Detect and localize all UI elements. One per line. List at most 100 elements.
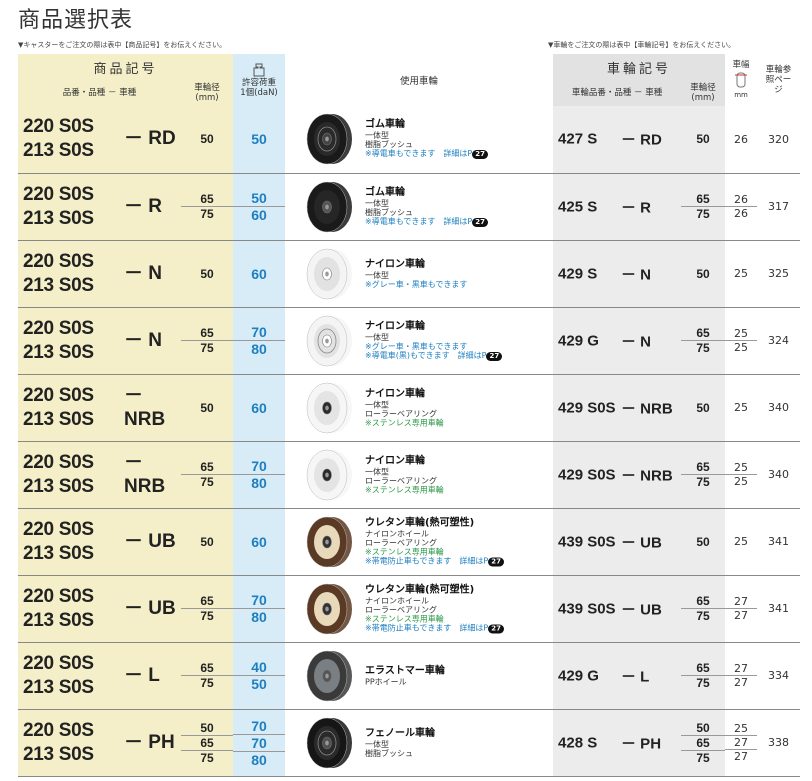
width-value: 27	[725, 608, 758, 622]
load-value: 50	[233, 675, 286, 692]
wheel-prefix: 439 S0S	[558, 600, 616, 617]
wheel-dia: 75	[181, 608, 234, 623]
wheel-detail: 一体型	[365, 400, 390, 409]
wheel-description: ナイロン車輪 一体型 ※グレー車・黒車もできます ※導電車(黒)もできます 詳細はP 2…	[365, 321, 503, 361]
header-wheel-code-sub: 車輪品番・品種 － 車種	[553, 80, 682, 106]
table-row: 220 S0S 213 S0S － N 50 60 ナイロン車輪 一体型 ※グレー車・黒車もで…	[18, 240, 801, 308]
wheel-dia-cell: 65 75	[181, 307, 234, 375]
ref-page-cell: 340	[757, 441, 801, 509]
ref-page-cell: 320	[757, 106, 801, 174]
wheel-description: ウレタン車輪(熱可塑性) ナイロンホイール ローラーベアリング ※ステンレス専用車輪 ※…	[365, 584, 504, 633]
wheel-note-green: ※ステンレス専用車輪	[365, 614, 444, 623]
wheel-dia-group: 50 65 75	[181, 721, 234, 765]
wheel-note-blue: ※導電車(黒)もできます 詳細はP 27	[365, 351, 503, 361]
wheel-dia2: 65	[696, 326, 710, 340]
wheel-dia2-group: 65 75	[681, 192, 726, 221]
caster-order-note: ▼キャスターをご注文の際は表中【商品記号】をお伝えください。	[18, 41, 227, 49]
product-code-cell: 220 S0S 213 S0S － NRB	[18, 374, 181, 442]
wheel-dia2-group: 50 65 75	[681, 721, 726, 765]
wheel-prefix: 429 S	[558, 265, 598, 282]
wheel-suffix: － N	[621, 266, 652, 283]
load-cell: 60	[233, 508, 286, 576]
wheel-dia2-cell: 65 75	[681, 642, 726, 710]
wheel-dia2: 65	[696, 661, 710, 675]
ref-page-cell: 341	[757, 575, 801, 643]
wheel-dia: 75	[181, 206, 234, 221]
header-wheel-dia2-unit: (mm)	[691, 93, 715, 103]
width-cell: 25	[725, 240, 758, 308]
ref-page-cell: 340	[757, 374, 801, 442]
table-row: 220 S0S 213 S0S － UB 50 60 ウレタン車輪(熱可塑性) ナイロンホイ…	[18, 508, 801, 576]
product-suffix: － NRB	[124, 451, 166, 497]
wheel-dia: 75	[181, 340, 234, 355]
wheel-description: ウレタン車輪(熱可塑性) ナイロンホイール ローラーベアリング ※ステンレス専用車輪 ※…	[365, 517, 504, 566]
wheel-image	[306, 516, 353, 567]
wheel-description: ゴム車輪 一体型 樹脂ブッシュ ※導電車もできます 詳細はP 27	[365, 119, 488, 160]
product-suffix: － N	[124, 262, 163, 284]
wheel-suffix: － N	[621, 333, 652, 350]
wheel-detail: 樹脂ブッシュ	[365, 207, 414, 217]
wheel-suffix: － R	[621, 199, 652, 216]
ref-page-cell: 334	[757, 642, 801, 710]
wheel-code-cell: 429 S0S － NRB	[553, 374, 682, 442]
wheel-code-cell: 429 G － L	[553, 642, 682, 710]
wheel-dia2-group: 65 75	[681, 326, 726, 355]
wheel-used-cell: エラストマー車輪 PPホイール	[285, 642, 554, 710]
wheel-name: ナイロン車輪	[365, 455, 426, 466]
wheel-dia-cell: 50	[181, 240, 234, 308]
wheel-dia2-cell: 50	[681, 508, 726, 576]
load-value: 80	[233, 608, 286, 625]
load-value-group: 70 80	[233, 592, 286, 625]
wheel-dia-cell: 50	[181, 508, 234, 576]
wheel-image	[306, 181, 353, 232]
width-value: 25	[734, 461, 749, 474]
wheel-detail: 一体型	[365, 198, 390, 208]
header-wheel-dia-label: 車輪径	[194, 83, 220, 93]
page-badge: 27	[488, 624, 504, 633]
wheel-dia: 65	[200, 460, 214, 474]
header-wheel-dia: 車輪径 (mm)	[181, 80, 234, 106]
wheel-dia2: 75	[681, 675, 726, 690]
table-row: 220 S0S 213 S0S － NRB 65 75 70 80 ナイロン車輪 一体型 ローラー…	[18, 441, 801, 509]
load-value-group: 70 80	[233, 324, 286, 357]
product-suffix: － UB	[124, 597, 176, 619]
width-value-group: 27 27	[725, 595, 758, 622]
table-body: 220 S0S 213 S0S － RD 50 50 ゴム車輪 一体型 樹脂ブッシュ ※導電車も…	[18, 106, 801, 777]
width-cell: 26	[725, 106, 758, 174]
wheel-used-cell: ナイロン車輪 一体型 ※グレー車・黒車もできます ※導電車(黒)もできます 詳細はP 2…	[285, 307, 554, 375]
wheel-note-blue: ※グレー車・黒車もできます	[365, 341, 468, 351]
wheel-suffix: － PH	[621, 735, 662, 752]
wheel-used-cell: ナイロン車輪 一体型 ローラーベアリング ※ステンレス専用車輪	[285, 374, 554, 442]
wheel-prefix: 427 S	[558, 130, 598, 148]
wheel-dia: 75	[181, 474, 234, 489]
wheel-dia2-cell: 50	[681, 240, 726, 308]
header-width-label: 車幅	[732, 60, 750, 70]
wheel-used-cell: ウレタン車輪(熱可塑性) ナイロンホイール ローラーベアリング ※ステンレス専用車輪 ※…	[285, 575, 554, 643]
wheel-detail: ローラーベアリング	[365, 605, 438, 614]
width-cell: 27 27	[725, 642, 758, 710]
wheel-suffix: － UB	[621, 534, 662, 551]
width-value: 27	[734, 662, 749, 675]
wheel-dia-cell: 65 75	[181, 173, 234, 241]
product-code-cell: 220 S0S 213 S0S － PH	[18, 709, 181, 777]
wheel-prefix: 429 G	[558, 332, 599, 349]
product-code-cell: 220 S0S 213 S0S － L	[18, 642, 181, 710]
wheel-image	[306, 382, 353, 433]
wheel-dia-cell: 65 75	[181, 441, 234, 509]
load-value-group: 70 70 80	[233, 717, 286, 768]
wheel-dia-group: 65 75	[181, 594, 234, 623]
wheel-description: エラストマー車輪 PPホイール	[365, 665, 445, 686]
load-value: 70	[251, 717, 267, 734]
wheel-dia-group: 65 75	[181, 661, 234, 690]
wheel-note-blue: ※導電車もできます 詳細はP 27	[365, 149, 488, 160]
page-badge: 27	[472, 150, 488, 160]
load-cell: 70 70 80	[233, 709, 286, 777]
wheel-dia-cell: 50	[181, 106, 234, 174]
wheel-dia2-cell: 65 75	[681, 307, 726, 375]
product-selection-table: 商品記号 許容荷重 1個(daN) 使用車輪 車輪記号 車幅 mm 車輪参照ペー…	[18, 54, 801, 777]
load-cell: 70 80	[233, 441, 286, 509]
product-suffix: － PH	[124, 731, 175, 753]
wheel-dia2-cell: 50	[681, 106, 726, 174]
width-value: 27	[725, 735, 758, 749]
header-wheel-dia-unit: (mm)	[195, 93, 219, 103]
